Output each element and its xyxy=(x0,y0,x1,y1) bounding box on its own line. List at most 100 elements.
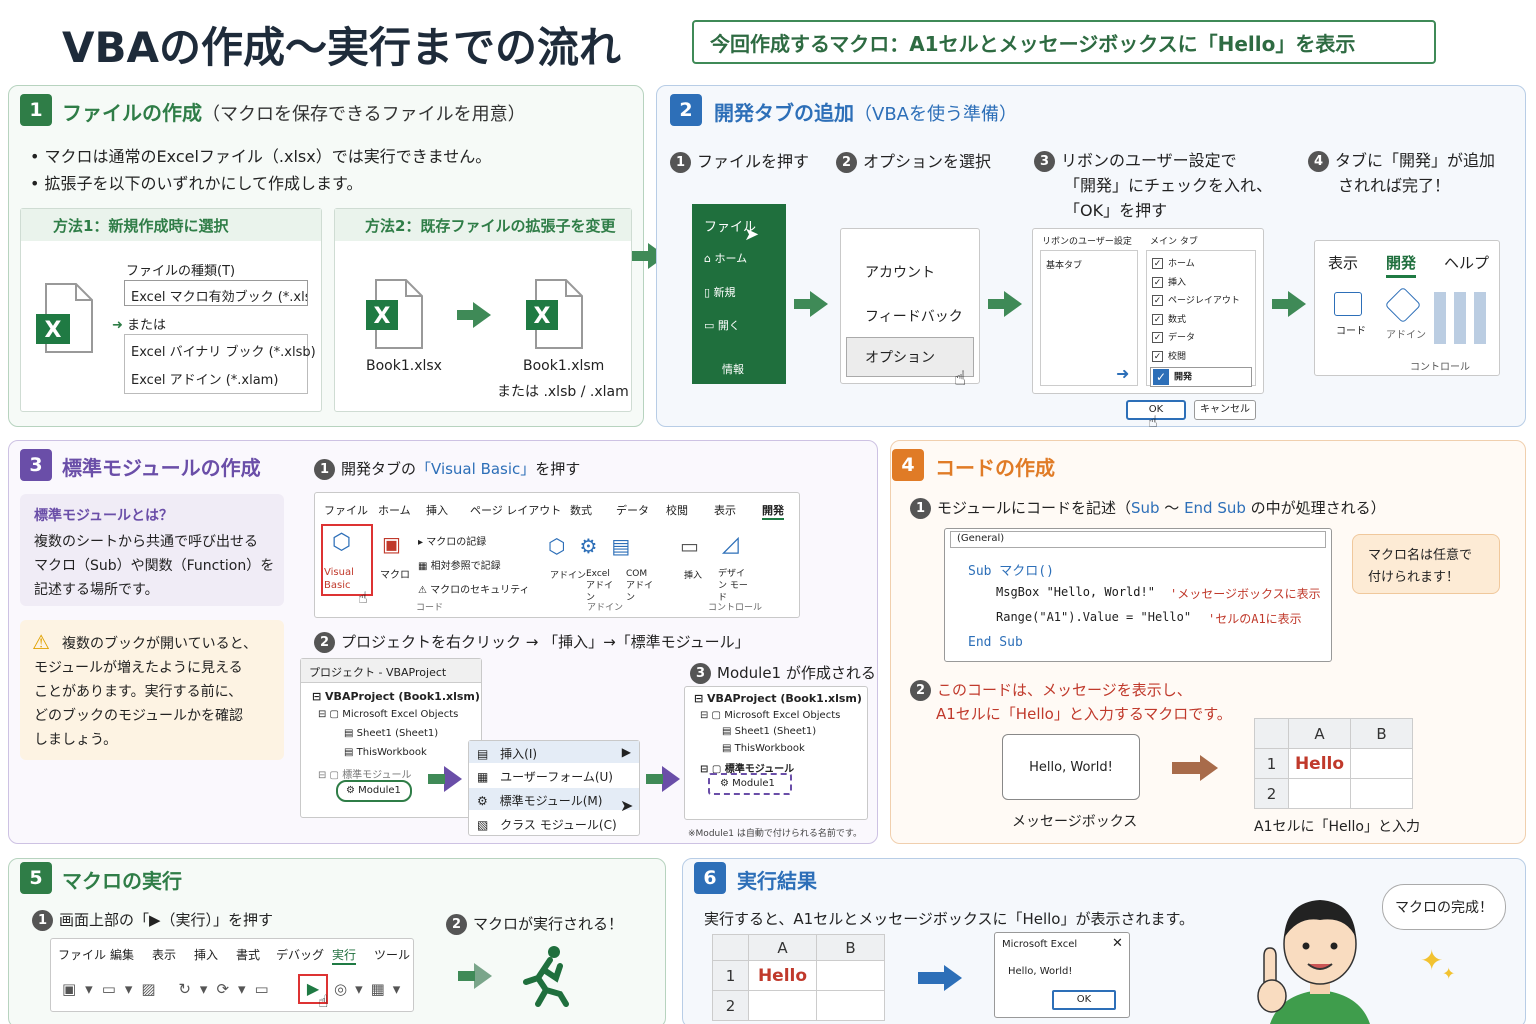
s4-step-1-k1: Sub xyxy=(1130,499,1160,517)
file-menu-open[interactable]: ▭ 開く xyxy=(704,317,740,333)
checkbox-icon[interactable]: ✓ xyxy=(1152,313,1163,325)
s4-step-1: 1 モジュールにコードを記述（Sub 〜 End Sub の中が処理される） xyxy=(910,497,1386,519)
excel-tab-4[interactable]: 数式 xyxy=(570,502,592,518)
s2-title-text: 開発タブの追加 xyxy=(714,101,854,125)
file-menu-home[interactable]: ⌂ ホーム xyxy=(704,250,747,266)
ribbon-tab-item-5[interactable]: ✓ 校閲 xyxy=(1152,349,1186,362)
menu-userform[interactable]: ▦ ユーザーフォーム(U) xyxy=(477,768,613,785)
excel-tab-5[interactable]: データ xyxy=(616,502,649,518)
design-mode-label[interactable]: デザイン モード xyxy=(718,568,752,604)
s4-cell-b2[interactable] xyxy=(1350,778,1413,809)
warning-line-5: しましょう。 xyxy=(34,732,118,748)
msgbox-message: Hello, World! xyxy=(1008,966,1073,977)
excel-tab-0[interactable]: ファイル xyxy=(324,502,368,518)
excel-tab-2[interactable]: 挿入 xyxy=(426,502,448,518)
addin-btn-3[interactable]: COM アドイン xyxy=(626,568,656,604)
checkbox-icon[interactable]: ✓ xyxy=(1152,350,1163,362)
excel-tab-3[interactable]: ページ レイアウト xyxy=(470,502,561,518)
tab-help[interactable]: ヘルプ xyxy=(1444,252,1489,273)
option-account[interactable]: アカウント xyxy=(865,262,935,282)
ribbon-tab-item-6[interactable]: ✓ 開発 xyxy=(1150,367,1252,387)
vbe-menu-0[interactable]: ファイル xyxy=(58,946,106,963)
checkbox-icon[interactable]: ✓ xyxy=(1152,276,1163,288)
vbe-menu-3[interactable]: 挿入 xyxy=(194,946,218,963)
file-menu-new[interactable]: ▯ 新規 xyxy=(704,284,736,300)
s6-cell-b2[interactable] xyxy=(816,990,885,1021)
addin-btn-2[interactable]: Excel アドイン xyxy=(586,568,616,604)
project-thisworkbook[interactable]: ▤ ThisWorkbook xyxy=(344,747,427,758)
project-sheet1[interactable]: ▤ Sheet1 (Sheet1) xyxy=(344,728,438,739)
file-menu-info[interactable]: 情報 xyxy=(722,361,744,377)
macro-relative[interactable]: ▦ 相対参照で記録 xyxy=(418,557,501,572)
project-root-after[interactable]: ⊟ VBAProject (Book1.xlsm) xyxy=(694,692,862,705)
menu-insert[interactable]: ▤ 挿入(I) ▶ xyxy=(469,741,639,763)
macro-label[interactable]: マクロ xyxy=(380,566,410,581)
code-editor-header[interactable]: (General) xyxy=(950,531,1326,548)
section-2-title: 開発タブの追加（VBAを使う準備） xyxy=(714,97,1017,126)
s2-step-4-line2: されれば完了！ xyxy=(1338,176,1451,195)
checkbox-icon[interactable]: ✓ xyxy=(1153,369,1169,385)
new-module1[interactable]: ⚙ Module1 xyxy=(708,773,792,795)
macro-record[interactable]: ▸ マクロの記録 xyxy=(418,533,486,548)
project-sheet1-after-text: Sheet1 (Sheet1) xyxy=(734,726,817,737)
project-modules[interactable]: ⊟ ▢ 標準モジュール xyxy=(318,766,412,781)
s4-step-2-line1: このコードは、メッセージを表示し、 xyxy=(937,681,1192,699)
project-objects-after[interactable]: ⊟ ▢ Microsoft Excel Objects xyxy=(700,710,840,721)
tab-view[interactable]: 表示 xyxy=(1328,252,1358,273)
macro-note: 今回作成するマクロ：A1セルとメッセージボックスに「Hello」を表示 xyxy=(692,20,1436,64)
s2-step-1-text: ファイルを押す xyxy=(697,152,810,171)
s4-cell-a1[interactable]: Hello xyxy=(1288,748,1351,779)
option-feedback[interactable]: フィードバック xyxy=(865,306,963,326)
addin-btn-1[interactable]: アドイン xyxy=(550,568,586,581)
menu-standard-module[interactable]: ⚙ 標準モジュール(M) xyxy=(469,788,639,810)
file-type-option-xlam[interactable]: Excel アドイン (*.xlam) xyxy=(131,369,278,388)
checkbox-arrow-icon: ➜ xyxy=(1116,364,1130,383)
vbe-menu-7[interactable]: ツール xyxy=(374,946,410,963)
ribbon-tab-item-1[interactable]: ✓ 挿入 xyxy=(1152,275,1186,288)
s4-cell-b1[interactable] xyxy=(1350,748,1413,779)
ribbon-tab-item-4[interactable]: ✓ データ xyxy=(1152,330,1195,343)
vbe-menu-1[interactable]: 編集 xyxy=(110,946,134,963)
msgbox-close-icon[interactable]: ✕ xyxy=(1112,936,1123,951)
excel-tab-6[interactable]: 校閲 xyxy=(666,502,688,518)
s6-cell-b1[interactable] xyxy=(816,960,885,991)
vbe-menu-4[interactable]: 書式 xyxy=(236,946,260,963)
ribbon-tab-item-3[interactable]: ✓ 数式 xyxy=(1152,312,1186,325)
vbe-menu-5[interactable]: デバッグ xyxy=(276,946,324,963)
tab-developer[interactable]: 開発 xyxy=(1386,252,1417,278)
vbe-menu-2[interactable]: 表示 xyxy=(152,946,176,963)
excel-tab-1[interactable]: ホーム xyxy=(378,502,411,518)
project-objects[interactable]: ⊟ ▢ Microsoft Excel Objects xyxy=(318,709,458,720)
ribbon-tab-item-0[interactable]: ✓ ホーム xyxy=(1152,256,1195,269)
insert-control-label[interactable]: 挿入 xyxy=(684,568,702,581)
project-thisworkbook-after[interactable]: ▤ ThisWorkbook xyxy=(722,743,805,754)
s6-cell-a2[interactable] xyxy=(748,990,817,1021)
s4-step-1-post: の中が処理される） xyxy=(1245,499,1386,517)
s6-cell-a1[interactable]: Hello xyxy=(748,960,817,991)
menu-userform-text: ユーザーフォーム(U) xyxy=(500,770,613,784)
macro-security[interactable]: ⚠ マクロのセキュリティ xyxy=(418,581,530,596)
code-line-2: MsgBox "Hello, World!" xyxy=(996,585,1155,599)
file-type-option-xlsm[interactable]: Excel マクロ有効ブック (*.xlsm) xyxy=(124,280,308,306)
msgbox-ok-button[interactable]: OK xyxy=(1052,990,1116,1010)
project-sheet1-after[interactable]: ▤ Sheet1 (Sheet1) xyxy=(722,726,816,737)
project-sheet1-text: Sheet1 (Sheet1) xyxy=(356,728,439,739)
excel-tab-7[interactable]: 表示 xyxy=(714,502,736,518)
s4-cell-a2[interactable] xyxy=(1288,778,1351,809)
ribbon-tab-item-2[interactable]: ✓ ページレイアウト xyxy=(1152,293,1240,306)
ribbon-cancel-button[interactable]: キャンセル xyxy=(1194,400,1256,420)
s4-step-2-line2: A1セルに「Hello」と入力するマクロです。 xyxy=(936,705,1232,723)
project-explorer-title: プロジェクト - VBAProject xyxy=(301,659,481,683)
checkbox-icon[interactable]: ✓ xyxy=(1152,295,1163,306)
excel-tab-8[interactable]: 開発 xyxy=(762,502,784,520)
s1-bullet-2-text: 拡張子を以下のいずれかにして作成します。 xyxy=(44,174,363,193)
project-module1-highlight[interactable]: ⚙ Module1 xyxy=(336,780,412,802)
file-type-option-xlsb[interactable]: Excel バイナリ ブック (*.xlsb) xyxy=(131,341,316,360)
s1-bullet-2: • 拡張子を以下のいずれかにして作成します。 xyxy=(30,174,363,193)
s5-step-1-text: 画面上部の「▶（実行）」を押す xyxy=(59,911,274,929)
vbe-menu-6[interactable]: 実行 xyxy=(332,946,357,965)
project-root[interactable]: ⊟ VBAProject (Book1.xlsm) xyxy=(312,690,480,703)
checkbox-icon[interactable]: ✓ xyxy=(1152,258,1163,269)
checkbox-icon[interactable]: ✓ xyxy=(1152,332,1163,343)
menu-class-module[interactable]: ▧ クラス モジュール(C) xyxy=(477,816,617,833)
